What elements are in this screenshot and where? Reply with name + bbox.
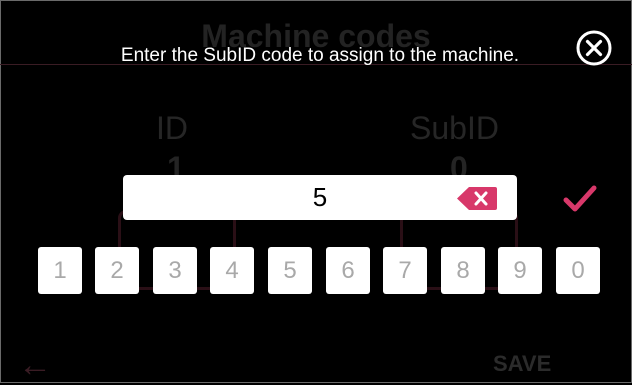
subid-label: SubID — [410, 110, 499, 146]
key-6[interactable]: 6 — [326, 247, 370, 294]
arrow-left-icon: ← — [18, 346, 52, 384]
save-label: SAVE — [493, 351, 552, 376]
close-button[interactable] — [575, 29, 613, 67]
key-1[interactable]: 1 — [38, 247, 82, 294]
key-0[interactable]: 0 — [556, 247, 600, 294]
checkmark-icon — [563, 185, 597, 212]
backspace-icon — [457, 187, 497, 210]
key-8[interactable]: 8 — [441, 247, 485, 294]
key-9[interactable]: 9 — [498, 247, 542, 294]
key-2[interactable]: 2 — [95, 247, 139, 294]
key-3[interactable]: 3 — [153, 247, 197, 294]
key-7[interactable]: 7 — [383, 247, 427, 294]
close-circle-icon — [576, 30, 612, 66]
id-label: ID — [156, 110, 188, 146]
key-5[interactable]: 5 — [268, 247, 312, 294]
confirm-button[interactable] — [563, 184, 597, 214]
key-4[interactable]: 4 — [210, 247, 254, 294]
backspace-button[interactable] — [457, 187, 497, 210]
dialog-prompt: Enter the SubID code to assign to the ma… — [120, 45, 520, 66]
